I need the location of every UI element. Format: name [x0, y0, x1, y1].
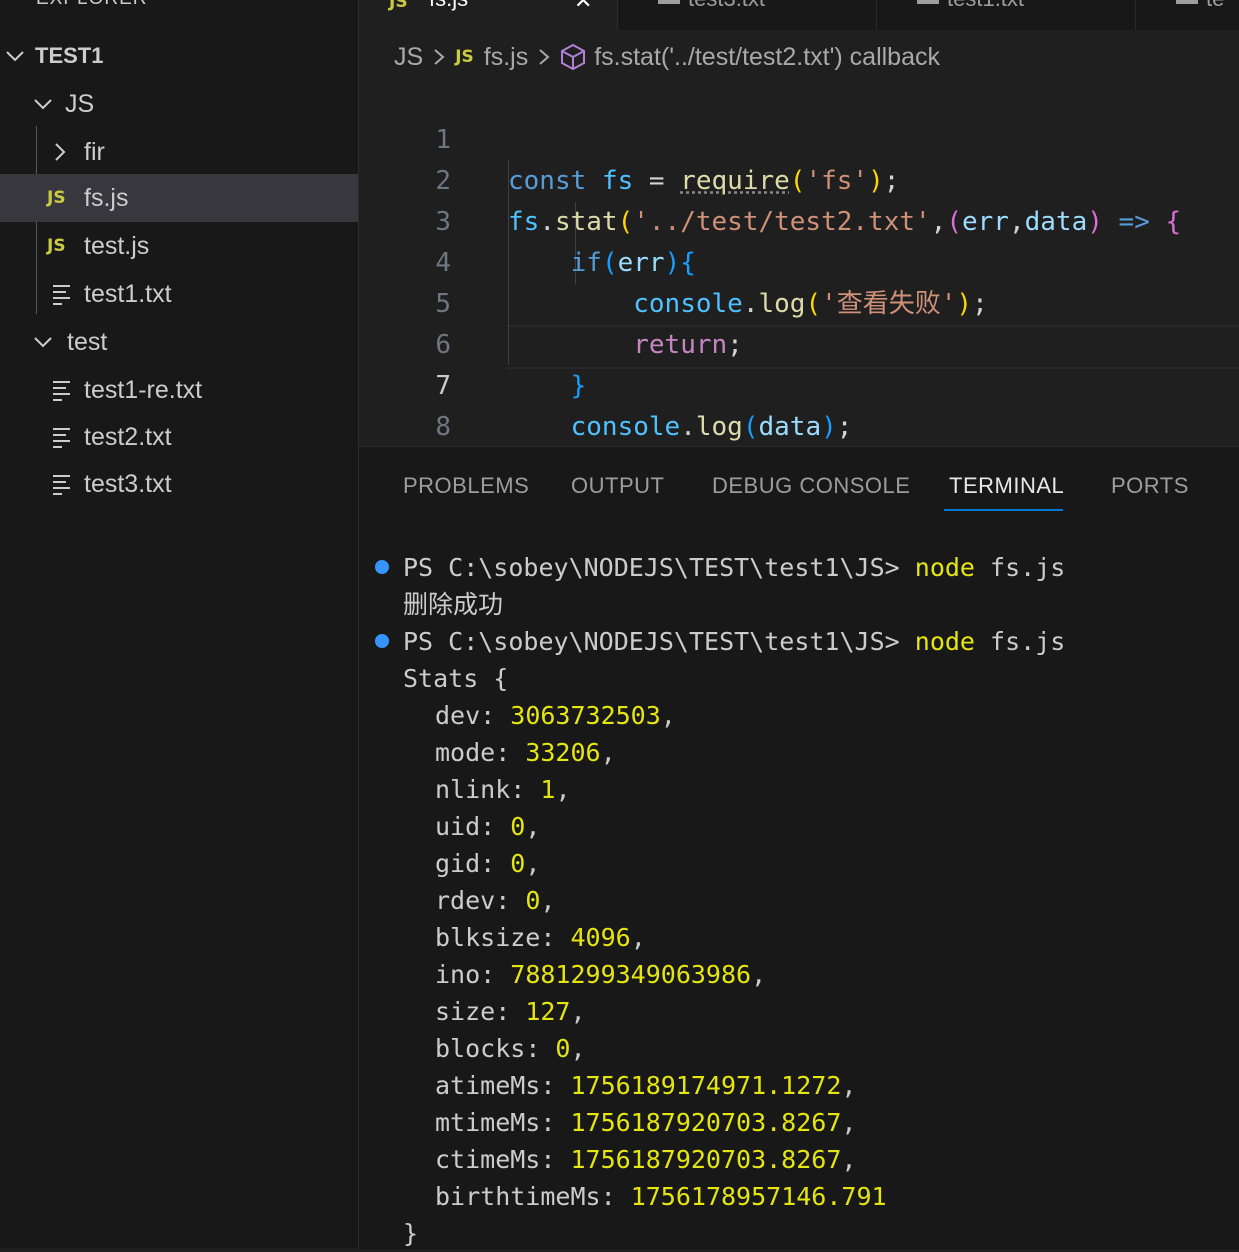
terminal-output-line: 删除成功: [403, 590, 504, 619]
text-file-icon: [52, 473, 78, 495]
terminal-stats-field: blocks: 0,: [435, 1034, 586, 1063]
code-line-2[interactable]: 2 fs.stat('../test/test2.txt',(err,data)…: [359, 120, 1239, 237]
tab-label: fs.js: [429, 0, 468, 12]
terminal-stats-field: size: 127,: [435, 997, 586, 1026]
tree-folder-js[interactable]: JS: [0, 80, 358, 128]
code-line-4[interactable]: 4 console.log('查看失败');: [359, 202, 1239, 319]
terminal-stats-field: mtimeMs: 1756187920703.8267,: [435, 1108, 857, 1137]
close-icon[interactable]: ✕: [574, 0, 592, 14]
terminal-command-line: PS C:\sobey\NODEJS\TEST\test1\JS> node f…: [403, 553, 1066, 582]
explorer-title: EXPLORER: [36, 0, 147, 10]
terminal-stats-field: nlink: 1,: [435, 775, 571, 804]
terminal-stats-field: dev: 3063732503,: [435, 701, 676, 730]
code-text: console.log(data);: [570, 412, 853, 442]
text-file-icon: ▬: [1176, 0, 1198, 10]
terminal-stats-open: Stats {: [403, 664, 509, 693]
terminal-stats-field: ino: 7881299349063986,: [435, 960, 767, 989]
chevron-right-icon: [50, 142, 70, 162]
chevron-down-icon: [33, 94, 53, 114]
chevron-right-icon: [433, 48, 445, 66]
tree-file-test1-re-txt[interactable]: test1-re.txt: [0, 366, 358, 414]
tab-label: test1.txt: [947, 0, 1024, 12]
tree-item-label: test1-re.txt: [84, 375, 203, 404]
tree-folder-test[interactable]: test: [0, 318, 358, 366]
terminal-stats-field: uid: 0,: [435, 812, 541, 841]
text-file-icon: ▬: [917, 0, 939, 10]
terminal-output[interactable]: PS C:\sobey\NODEJS\TEST\test1\JS> node f…: [403, 447, 1233, 1248]
tree-item-label: test: [67, 327, 108, 356]
js-file-icon: JS: [47, 188, 66, 208]
tree-file-fs-js[interactable]: JS fs.js: [0, 174, 358, 222]
terminal-stats-field: gid: 0,: [435, 849, 541, 878]
tab-label: te: [1206, 0, 1224, 12]
tree-file-test-js[interactable]: JS test.js: [0, 222, 358, 270]
tree-item-label: test2.txt: [84, 422, 172, 451]
terminal-stats-field: ctimeMs: 1756187920703.8267,: [435, 1145, 857, 1174]
editor-tab-bar: JS fs.js ✕ ▬ test3.txt ▬ test1.txt ▬ te: [359, 0, 1239, 30]
tree-item-label: test3.txt: [84, 469, 172, 498]
code-line-1[interactable]: 1 const fs = require('fs');: [359, 79, 1239, 196]
tree-item-label: test1.txt: [84, 279, 172, 308]
editor-area: JS fs.js ✕ ▬ test3.txt ▬ test1.txt ▬ te …: [359, 0, 1239, 483]
tab-label: test3.txt: [688, 0, 765, 12]
symbol-method-icon: [560, 43, 586, 71]
js-file-icon: JS: [455, 47, 474, 67]
tab-partial[interactable]: ▬ te: [1136, 0, 1239, 30]
bottom-panel: PROBLEMS OUTPUT DEBUG CONSOLE TERMINAL P…: [359, 446, 1239, 1249]
text-file-icon: [52, 379, 78, 401]
breadcrumb-symbol[interactable]: fs.stat('../test/test2.txt') callback: [594, 43, 940, 72]
code-line-8[interactable]: 8 }): [359, 366, 1239, 483]
terminal-stats-close: }: [403, 1219, 419, 1248]
tree-folder-fir[interactable]: fir: [0, 128, 358, 176]
code-line-3[interactable]: 3 if(err){: [359, 161, 1239, 278]
js-file-icon: JS: [389, 0, 408, 12]
tree-item-label: test.js: [84, 231, 150, 260]
tree-root-label: TEST1: [35, 43, 104, 68]
chevron-down-icon: [5, 46, 25, 66]
terminal-stats-field: atimeMs: 1756189174971.1272,: [435, 1071, 857, 1100]
chevron-down-icon: [33, 332, 53, 352]
code-line-7[interactable]: 7 console.log(data);: [359, 325, 1239, 442]
tab-test1-txt[interactable]: ▬ test1.txt: [877, 0, 1136, 30]
tab-fs-js[interactable]: JS fs.js ✕: [359, 0, 618, 30]
js-file-icon: JS: [47, 236, 66, 256]
breadcrumb-folder[interactable]: JS: [394, 43, 423, 72]
tree-item-label: JS: [65, 89, 95, 118]
tree-file-test2-txt[interactable]: test2.txt: [0, 413, 358, 461]
tree-file-test1-txt[interactable]: test1.txt: [0, 270, 358, 318]
text-file-icon: ▬: [658, 0, 680, 10]
tree-file-test3-txt[interactable]: test3.txt: [0, 460, 358, 508]
terminal-command-line: PS C:\sobey\NODEJS\TEST\test1\JS> node f…: [403, 627, 1066, 656]
code-line-5[interactable]: 5 return;: [359, 243, 1239, 360]
text-file-icon: [52, 283, 78, 305]
command-decoration-icon[interactable]: [375, 560, 389, 574]
tree-item-label: fir: [84, 137, 105, 166]
line-number: 8: [435, 412, 451, 442]
terminal-stats-field: blksize: 4096,: [435, 923, 646, 952]
tree-root-test1[interactable]: TEST1: [0, 32, 358, 80]
code-line-6[interactable]: 6 }: [359, 284, 1239, 401]
terminal-stats-field: mode: 33206,: [435, 738, 616, 767]
command-decoration-icon[interactable]: [375, 634, 389, 648]
explorer-sidebar: EXPLORER TEST1 JS fir JS fs.js JS test.j…: [0, 0, 359, 1248]
tab-test3-txt[interactable]: ▬ test3.txt: [618, 0, 877, 30]
tree-item-label: fs.js: [84, 183, 129, 212]
terminal-stats-field: rdev: 0,: [435, 886, 556, 915]
text-file-icon: [52, 426, 78, 448]
breadcrumb: JS JS fs.js fs.stat('../test/test2.txt')…: [394, 40, 940, 74]
terminal-stats-field: birthtimeMs: 1756178957146.791: [435, 1182, 887, 1211]
breadcrumb-file[interactable]: fs.js: [484, 43, 528, 72]
chevron-right-icon: [538, 48, 550, 66]
